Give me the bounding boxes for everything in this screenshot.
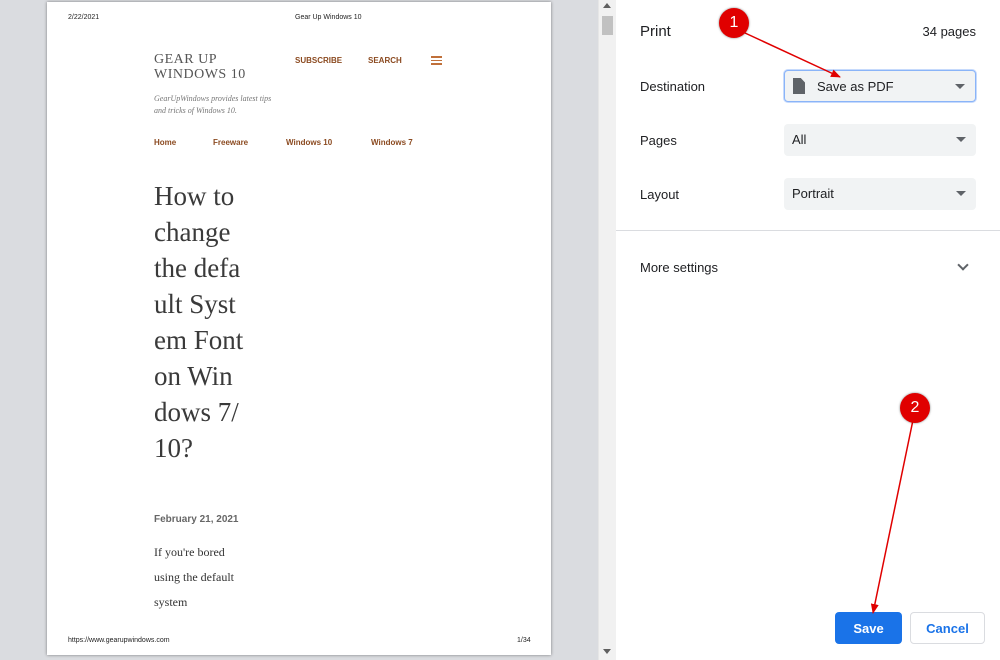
pages-value: All: [792, 132, 807, 147]
preview-scrollbar[interactable]: [598, 0, 616, 660]
dropdown-arrow-icon: [956, 137, 966, 142]
destination-value: Save as PDF: [817, 79, 894, 94]
annotation-badge-1: 1: [719, 8, 749, 38]
article-date: February 21, 2021: [154, 514, 239, 525]
site-title: GEAR UP WINDOWS 10: [154, 52, 246, 82]
dropdown-arrow-icon: [955, 84, 965, 89]
page-header-title: Gear Up Windows 10: [295, 14, 362, 21]
page-footer-url: https://www.gearupwindows.com: [68, 637, 170, 644]
article-body: If you're bored using the default system: [154, 545, 234, 609]
site-nav-home: Home: [154, 138, 177, 147]
site-nav-freeware: Freeware: [213, 138, 249, 147]
layout-select[interactable]: Portrait: [784, 178, 976, 210]
site-nav: Home Freeware Windows 10 Windows 7: [47, 138, 551, 150]
hamburger-menu-icon: [431, 56, 442, 65]
divider: [616, 230, 1000, 231]
layout-value: Portrait: [792, 186, 834, 201]
more-settings-toggle[interactable]: More settings: [616, 248, 1000, 288]
scroll-down-arrow-icon[interactable]: [603, 649, 611, 654]
page-count: 34 pages: [922, 24, 977, 39]
site-tagline: GearUpWindows provides latest tips and t…: [154, 94, 272, 115]
save-button[interactable]: Save: [835, 612, 902, 644]
site-nav-windows-10: Windows 10: [286, 138, 333, 147]
destination-select[interactable]: Save as PDF: [784, 70, 976, 102]
site-search-link: SEARCH: [368, 56, 402, 65]
pages-label: Pages: [640, 133, 677, 148]
cancel-button[interactable]: Cancel: [910, 612, 985, 644]
more-settings-label: More settings: [640, 260, 719, 275]
print-preview-area: 2/22/2021 Gear Up Windows 10 GEAR UP WIN…: [0, 0, 598, 660]
scroll-thumb[interactable]: [602, 16, 613, 35]
layout-label: Layout: [640, 187, 680, 202]
dropdown-arrow-icon: [956, 191, 966, 196]
article-title: How to change the default System Font on…: [154, 181, 244, 463]
print-settings-panel: Print 34 pages Destination Save as PDF P…: [616, 0, 1000, 660]
annotation-badge-2: 2: [900, 393, 930, 423]
chevron-down-icon[interactable]: [957, 259, 969, 271]
document-icon: [793, 78, 805, 94]
preview-page: 2/22/2021 Gear Up Windows 10 GEAR UP WIN…: [47, 2, 551, 655]
print-title: Print: [640, 23, 671, 40]
scroll-up-arrow-icon[interactable]: [603, 3, 611, 8]
destination-label: Destination: [640, 79, 706, 94]
page-footer-page-number: 1/34: [517, 637, 531, 644]
pages-select[interactable]: All: [784, 124, 976, 156]
site-subscribe-link: SUBSCRIBE: [295, 56, 343, 65]
site-nav-windows-7: Windows 7: [371, 138, 413, 147]
page-header-date: 2/22/2021: [68, 14, 100, 21]
